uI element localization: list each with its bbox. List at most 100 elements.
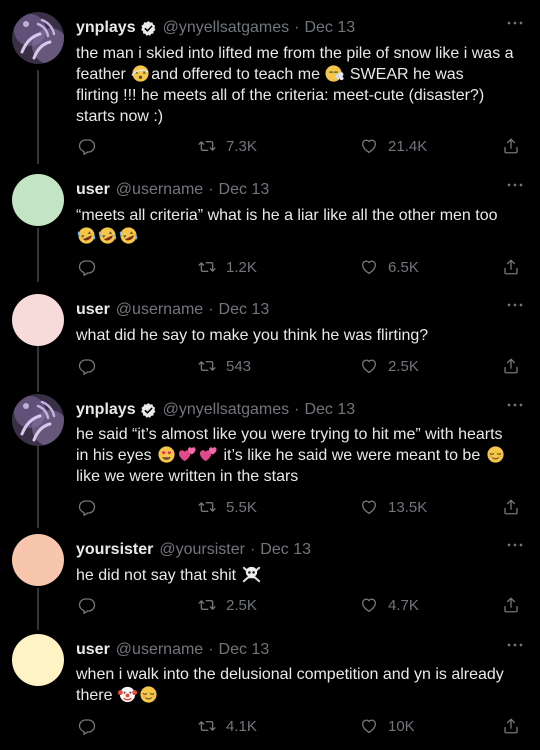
reply-button[interactable] xyxy=(78,357,106,375)
tweet[interactable]: ynplays @ynyellsatgames · Dec 13 the man… xyxy=(0,6,540,170)
dizzy-face-emoji-icon xyxy=(131,64,150,83)
retweet-button[interactable]: 1.2K xyxy=(198,258,257,276)
reply-button[interactable] xyxy=(78,498,106,516)
like-button[interactable]: 4.7K xyxy=(360,596,419,614)
retweet-button[interactable]: 543 xyxy=(198,357,251,375)
retweet-icon xyxy=(198,137,216,155)
text-line: “meets all criteria” what is he a liar l… xyxy=(76,207,498,224)
display-name[interactable]: ynplays xyxy=(76,401,136,419)
more-options-icon[interactable] xyxy=(506,401,524,409)
display-name[interactable]: user xyxy=(76,181,110,199)
user-handle[interactable]: @username xyxy=(116,301,203,319)
retweet-count: 7.3K xyxy=(226,137,257,155)
more-options-icon[interactable] xyxy=(506,181,524,189)
share-button[interactable] xyxy=(502,498,530,516)
share-button[interactable] xyxy=(502,357,530,375)
avatar[interactable] xyxy=(12,294,64,346)
tweet-date[interactable]: Dec 13 xyxy=(304,19,355,37)
share-button[interactable] xyxy=(502,258,530,276)
user-handle[interactable]: @username xyxy=(116,641,203,659)
tweet[interactable]: user @username · Dec 13 when i walk into… xyxy=(0,628,540,750)
like-count: 4.7K xyxy=(388,596,419,614)
like-button[interactable]: 13.5K xyxy=(360,498,427,516)
text-line: the man i skied into lifted me from the … xyxy=(76,45,514,62)
like-button[interactable]: 6.5K xyxy=(360,258,419,276)
separator-dot: · xyxy=(294,401,300,418)
text-line: starts now :) xyxy=(76,108,164,125)
tweet[interactable]: yoursister @yoursister · Dec 13 he did n… xyxy=(0,528,540,628)
retweet-button[interactable]: 4.1K xyxy=(198,717,257,735)
share-button[interactable] xyxy=(502,137,530,155)
reply-button[interactable] xyxy=(78,137,106,155)
tweet-header: user @username · Dec 13 xyxy=(76,298,510,322)
verified-badge-icon xyxy=(140,402,157,419)
retweet-icon xyxy=(198,596,216,614)
reply-icon xyxy=(78,357,96,375)
tweet-date[interactable]: Dec 13 xyxy=(219,181,270,199)
display-name[interactable]: yoursister xyxy=(76,541,153,559)
avatar[interactable] xyxy=(12,12,64,64)
text-line: what did he say to make you think he was… xyxy=(76,327,429,344)
retweet-button[interactable]: 5.5K xyxy=(198,498,257,516)
avatar[interactable] xyxy=(12,534,64,586)
tweet-date[interactable]: Dec 13 xyxy=(304,401,355,419)
tweet-header: ynplays @ynyellsatgames · Dec 13 xyxy=(76,16,510,40)
display-name[interactable]: ynplays xyxy=(76,19,136,37)
more-options-icon[interactable] xyxy=(506,641,524,649)
text-line xyxy=(76,226,526,247)
retweet-count: 2.5K xyxy=(226,596,257,614)
heart-icon xyxy=(360,717,378,735)
share-icon xyxy=(502,717,520,735)
tweet[interactable]: user @username · Dec 13 what did he say … xyxy=(0,288,540,388)
heart-icon xyxy=(360,357,378,375)
heart-icon xyxy=(360,596,378,614)
user-handle[interactable]: @username xyxy=(116,181,203,199)
retweet-count: 543 xyxy=(226,357,252,375)
text-line: in his eyes it’s like he said we were me… xyxy=(76,445,526,466)
reply-button[interactable] xyxy=(78,258,106,276)
reply-button[interactable] xyxy=(78,717,106,735)
more-options-icon[interactable] xyxy=(506,301,524,309)
reply-icon xyxy=(78,137,96,155)
tweet[interactable]: ynplays @ynyellsatgames · Dec 13 he said… xyxy=(0,388,540,528)
separator-dot: · xyxy=(249,541,256,558)
retweet-button[interactable]: 2.5K xyxy=(198,596,257,614)
tweet-actions: 543 2.5K xyxy=(76,357,526,379)
retweet-button[interactable]: 7.3K xyxy=(198,137,257,155)
tweet-text: when i walk into the delusional competit… xyxy=(76,664,526,706)
tweet-actions: 4.1K 10K xyxy=(76,717,526,739)
user-handle[interactable]: @ynyellsatgames xyxy=(163,19,290,37)
avatar[interactable] xyxy=(12,174,64,226)
share-button[interactable] xyxy=(502,596,530,614)
like-count: 6.5K xyxy=(388,258,419,276)
like-button[interactable]: 21.4K xyxy=(360,137,427,155)
more-options-icon[interactable] xyxy=(506,541,524,549)
like-count: 10K xyxy=(388,717,415,735)
display-name[interactable]: user xyxy=(76,641,110,659)
tweet-actions: 7.3K 21.4K xyxy=(76,137,526,159)
share-button[interactable] xyxy=(502,717,530,735)
reply-icon xyxy=(78,498,96,516)
avatar[interactable] xyxy=(12,394,64,446)
display-name[interactable]: user xyxy=(76,301,110,319)
user-handle[interactable]: @yoursister xyxy=(159,541,245,559)
tweet-date[interactable]: Dec 13 xyxy=(260,541,311,559)
more-options-icon[interactable] xyxy=(506,19,524,27)
retweet-icon xyxy=(198,258,216,276)
share-icon xyxy=(502,596,520,614)
user-handle[interactable]: @ynyellsatgames xyxy=(163,401,290,419)
tweet-date[interactable]: Dec 13 xyxy=(219,641,270,659)
reply-button[interactable] xyxy=(78,596,106,614)
tweet-date[interactable]: Dec 13 xyxy=(219,301,270,319)
tweet-text: he said “it’s almost like you were tryin… xyxy=(76,424,526,487)
text-line: there xyxy=(76,685,526,706)
avatar[interactable] xyxy=(12,634,64,686)
skull-crossbones-emoji-icon xyxy=(242,565,261,584)
retweet-count: 1.2K xyxy=(226,258,257,276)
tweet[interactable]: user @username · Dec 13 “meets all crite… xyxy=(0,168,540,288)
reply-icon xyxy=(78,258,96,276)
text-line: he did not say that shit xyxy=(76,565,526,586)
like-button[interactable]: 2.5K xyxy=(360,357,419,375)
like-button[interactable]: 10K xyxy=(360,717,415,735)
relieved-face-emoji-icon xyxy=(486,445,505,464)
